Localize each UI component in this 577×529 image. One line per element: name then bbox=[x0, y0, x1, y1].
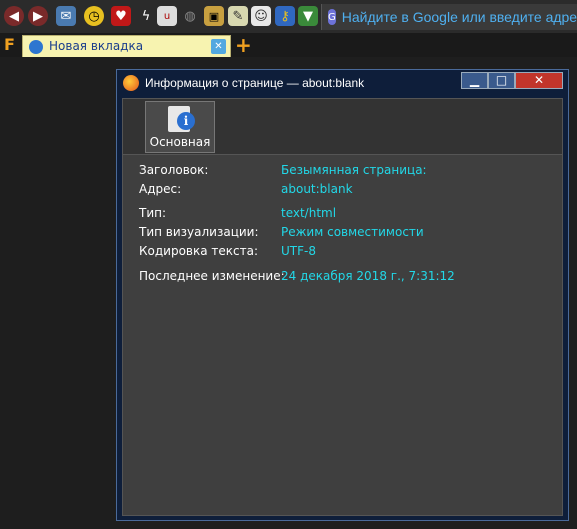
field-label: Заголовок: bbox=[139, 163, 209, 177]
field-value: text/html bbox=[281, 206, 337, 220]
tab-strip: F Новая вкладка ✕ + bbox=[0, 33, 577, 57]
clock-icon[interactable]: ◷ bbox=[84, 6, 104, 26]
tab-general[interactable]: i Основная bbox=[145, 101, 215, 153]
field-label: Кодировка текста: bbox=[139, 244, 259, 258]
tab-general-label: Основная bbox=[149, 135, 211, 149]
browser-logo-icon[interactable]: F bbox=[4, 35, 15, 54]
back-icon[interactable]: ◀ bbox=[4, 6, 24, 26]
firefox-icon bbox=[123, 75, 139, 91]
field-label: Тип визуализации: bbox=[139, 225, 259, 239]
field-value: UTF-8 bbox=[281, 244, 316, 258]
send-icon[interactable]: ✉ bbox=[56, 6, 76, 26]
field-value: Режим совместимости bbox=[281, 225, 424, 239]
note-icon[interactable]: ✎ bbox=[228, 6, 248, 26]
dialog-tab-bar: i Основная bbox=[123, 99, 562, 155]
dialog-titlebar[interactable]: Информация о странице — about:blank ▁ □ … bbox=[117, 70, 568, 97]
dialog-content: i Основная Заголовок: Безымянная страниц… bbox=[122, 98, 563, 516]
tab-label: Новая вкладка bbox=[49, 39, 144, 53]
field-value: 24 декабря 2018 г., 7:31:12 bbox=[281, 269, 455, 283]
tab-favicon-icon bbox=[29, 40, 43, 54]
tab-new-tab[interactable]: Новая вкладка ✕ bbox=[22, 35, 231, 57]
tab-close-icon[interactable]: ✕ bbox=[211, 39, 226, 54]
key-icon[interactable]: ⚷ bbox=[275, 6, 295, 26]
dialog-title: Информация о странице — about:blank bbox=[145, 76, 365, 90]
users-icon[interactable]: ☺ bbox=[251, 6, 271, 26]
page-info-dialog: Информация о странице — about:blank ▁ □ … bbox=[116, 69, 569, 521]
lightning-icon[interactable]: ϟ bbox=[136, 6, 156, 26]
new-tab-plus-icon[interactable]: + bbox=[235, 33, 252, 57]
minimize-button[interactable]: ▁ bbox=[461, 72, 488, 89]
info-icon: i bbox=[177, 112, 195, 130]
browser-toolbar: ◀ ▶ ✉ ◷ ♥ ϟ u ◍ ▣ ✎ ☺ ⚷ ▼ G Найдите в Go… bbox=[0, 0, 577, 33]
download-icon[interactable]: ▼ bbox=[298, 6, 318, 26]
ublock-icon[interactable]: u bbox=[157, 6, 177, 26]
close-button[interactable]: ✕ bbox=[515, 72, 563, 89]
heart-icon[interactable]: ♥ bbox=[111, 6, 131, 26]
maximize-button[interactable]: □ bbox=[488, 72, 515, 89]
field-label: Адрес: bbox=[139, 182, 182, 196]
search-engine-icon: G bbox=[328, 9, 336, 25]
field-label: Последнее изменение: bbox=[139, 269, 285, 283]
lock-icon[interactable]: ▣ bbox=[204, 6, 224, 26]
globe-icon[interactable]: ◍ bbox=[180, 6, 200, 26]
field-value: about:blank bbox=[281, 182, 353, 196]
field-label: Тип: bbox=[139, 206, 167, 220]
forward-icon[interactable]: ▶ bbox=[28, 6, 48, 26]
field-value: Безымянная страница: bbox=[281, 163, 427, 177]
url-bar[interactable]: G Найдите в Google или введите адрес bbox=[321, 4, 577, 30]
url-bar-placeholder: Найдите в Google или введите адрес bbox=[341, 9, 577, 25]
